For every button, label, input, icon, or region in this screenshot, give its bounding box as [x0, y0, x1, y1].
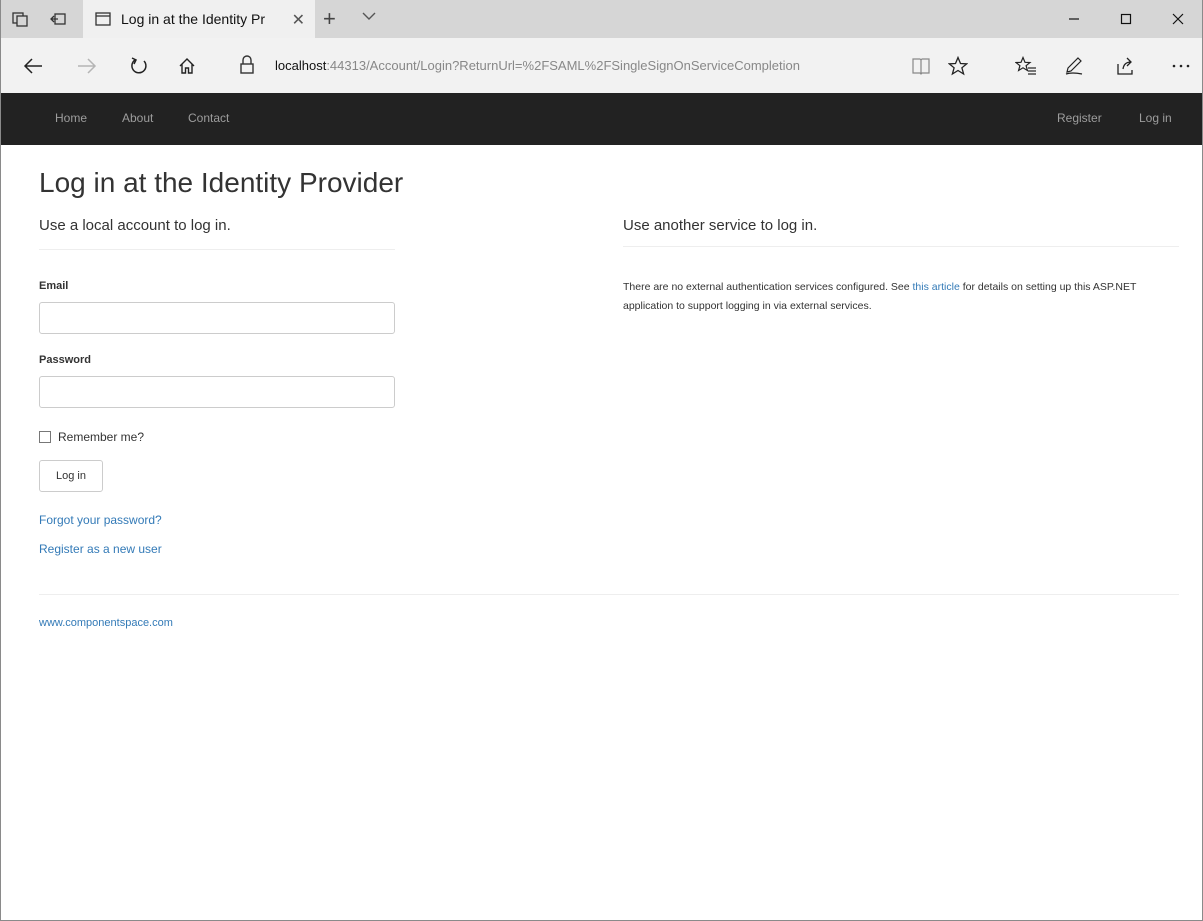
remember-me-label[interactable]: Remember me?	[58, 430, 144, 444]
footer-divider	[39, 594, 1179, 595]
active-tab[interactable]: Log in at the Identity Pr ✕	[83, 0, 315, 38]
email-label: Email	[39, 280, 69, 292]
nav-contact[interactable]: Contact	[188, 111, 229, 125]
remember-me-row[interactable]: Remember me?	[39, 430, 144, 444]
forgot-password-link[interactable]: Forgot your password?	[39, 513, 162, 527]
register-new-user-link[interactable]: Register as a new user	[39, 542, 162, 556]
refresh-icon[interactable]	[125, 52, 153, 80]
maximize-icon[interactable]	[1100, 0, 1152, 38]
site-navbar: Home About Contact Register Log in	[1, 93, 1202, 145]
back-icon[interactable]	[19, 52, 47, 80]
page-title: Log in at the Identity Provider	[39, 167, 404, 198]
minimize-icon[interactable]	[1048, 0, 1100, 38]
chevron-down-icon[interactable]	[361, 9, 377, 27]
favorite-star-icon[interactable]	[944, 52, 972, 80]
browser-toolbar: localhost:44313/Account/Login?ReturnUrl=…	[1, 38, 1202, 93]
more-options-icon[interactable]	[1167, 52, 1195, 80]
tab-bar: Log in at the Identity Pr ✕ +	[1, 0, 1202, 38]
browser-window: Log in at the Identity Pr ✕ + localhost:…	[0, 0, 1203, 921]
page-icon	[95, 12, 111, 26]
email-field[interactable]	[39, 302, 395, 334]
reading-view-icon[interactable]	[907, 52, 935, 80]
address-bar[interactable]: localhost:44313/Account/Login?ReturnUrl=…	[235, 48, 895, 82]
local-heading-divider	[39, 249, 395, 250]
this-article-link[interactable]: this article	[913, 281, 960, 293]
nav-login[interactable]: Log in	[1139, 111, 1172, 125]
web-note-pen-icon[interactable]	[1060, 52, 1088, 80]
password-field[interactable]	[39, 376, 395, 408]
url-text[interactable]: localhost:44313/Account/Login?ReturnUrl=…	[275, 58, 875, 73]
url-path: :44313/Account/Login?ReturnUrl=%2FSAML%2…	[326, 57, 800, 73]
new-tab-icon[interactable]: +	[323, 6, 336, 32]
lock-icon[interactable]	[235, 53, 259, 77]
close-window-icon[interactable]	[1152, 0, 1202, 38]
external-services-message: There are no external authentication ser…	[623, 278, 1163, 316]
close-tab-icon[interactable]: ✕	[292, 10, 305, 30]
login-button[interactable]: Log in	[39, 460, 103, 492]
set-tabs-aside-icon[interactable]	[47, 8, 69, 30]
remember-me-checkbox[interactable]	[39, 431, 51, 443]
favorites-hub-icon[interactable]	[1012, 52, 1040, 80]
forward-icon[interactable]	[73, 52, 101, 80]
nav-home[interactable]: Home	[55, 111, 87, 125]
footer-link[interactable]: www.componentspace.com	[39, 617, 173, 629]
external-login-heading: Use another service to log in.	[623, 217, 818, 234]
password-label: Password	[39, 354, 91, 366]
external-text-part-1: There are no external authentication ser…	[623, 281, 913, 293]
local-account-heading: Use a local account to log in.	[39, 217, 231, 234]
nav-about[interactable]: About	[122, 111, 153, 125]
external-heading-divider	[623, 246, 1179, 247]
share-icon[interactable]	[1111, 52, 1139, 80]
home-icon[interactable]	[173, 52, 201, 80]
tab-preview-icon[interactable]	[9, 8, 31, 30]
tab-title: Log in at the Identity Pr	[121, 11, 265, 27]
url-host: localhost	[275, 57, 327, 73]
nav-register[interactable]: Register	[1057, 111, 1102, 125]
